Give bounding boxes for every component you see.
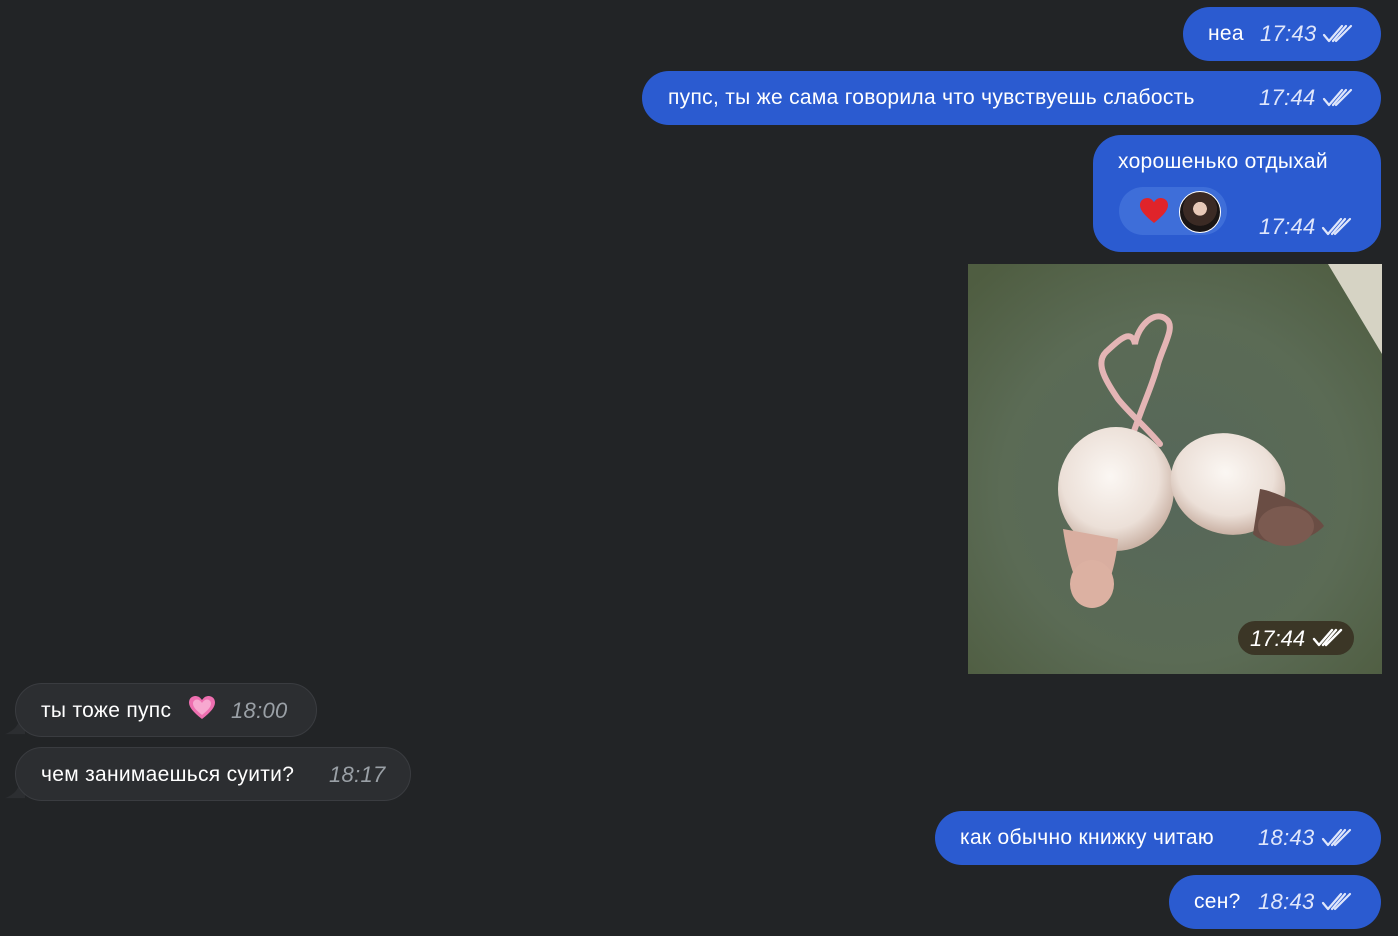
double-check-icon xyxy=(1312,628,1343,647)
message-text: как обычно книжку читаю xyxy=(960,826,1214,849)
message-time: 18:00 xyxy=(231,698,288,723)
message-text: ты тоже пупс xyxy=(41,699,172,722)
message-time: 18:43 xyxy=(1258,825,1315,850)
message-bubble-incoming[interactable]: ты тоже пупс 18:00 xyxy=(15,683,317,737)
reaction-chip[interactable] xyxy=(1119,187,1227,235)
double-check-icon xyxy=(1321,828,1352,847)
double-check-icon xyxy=(1322,24,1353,43)
heart-icon xyxy=(1140,198,1168,223)
message-bubble-incoming[interactable]: чем занимаешься суити? 18:17 xyxy=(15,747,411,801)
message-bubble-outgoing[interactable]: сен? 18:43 xyxy=(1169,875,1381,929)
double-check-icon xyxy=(1321,217,1352,236)
message-bubble-outgoing[interactable]: пупс, ты же сама говорила что чувствуешь… xyxy=(642,71,1381,125)
message-text: сен? xyxy=(1194,890,1241,913)
message-bubble-outgoing[interactable]: как обычно книжку читаю 18:43 xyxy=(935,811,1381,865)
message-bubble-outgoing[interactable]: неа 17:43 xyxy=(1183,7,1381,61)
message-time: 17:44 xyxy=(1259,214,1316,239)
message-time: 18:43 xyxy=(1258,889,1315,914)
sparkling-heart-icon xyxy=(189,696,215,719)
message-time: 17:44 xyxy=(1259,85,1316,110)
double-check-icon xyxy=(1321,892,1352,911)
photo-time-badge: 17:44 xyxy=(1238,621,1354,655)
message-text: пупс, ты же сама говорила что чувствуешь… xyxy=(668,86,1195,109)
message-text: чем занимаешься суити? xyxy=(41,763,295,786)
message-bubble-outgoing[interactable]: хорошенько отдыхай 17:44 xyxy=(1093,135,1381,252)
message-text: неа xyxy=(1208,22,1244,45)
message-text: хорошенько отдыхай xyxy=(1118,150,1328,173)
rats-photo xyxy=(968,264,1382,674)
message-time: 18:17 xyxy=(329,762,386,787)
double-check-icon xyxy=(1322,88,1353,107)
avatar xyxy=(1179,191,1221,233)
message-time: 17:44 xyxy=(1250,626,1306,651)
message-time: 17:43 xyxy=(1260,21,1317,46)
photo-message[interactable]: 17:44 xyxy=(968,264,1382,674)
